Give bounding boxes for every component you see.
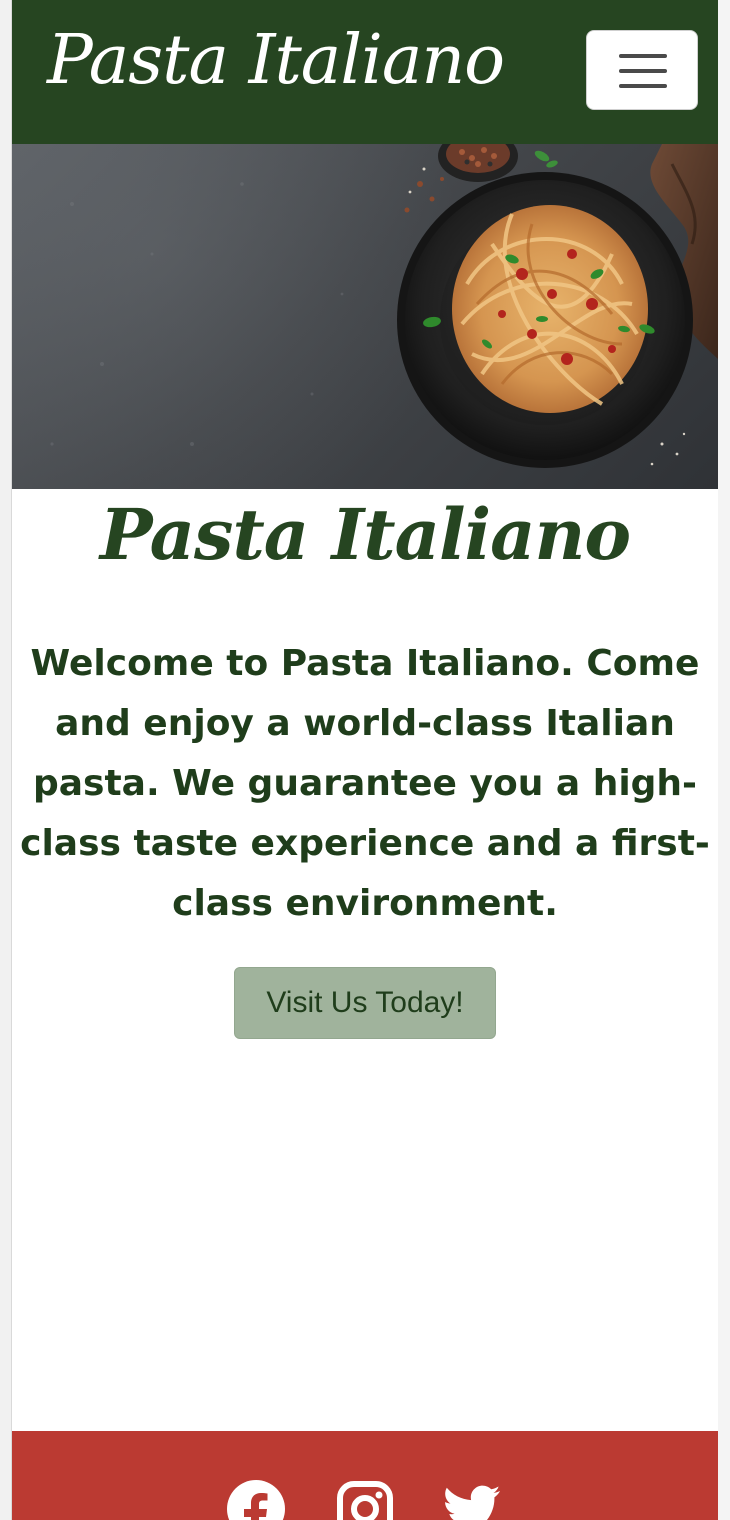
navbar: Pasta Italiano xyxy=(12,0,718,144)
visit-us-button[interactable]: Visit Us Today! xyxy=(234,967,496,1039)
page: Pasta Italiano Pasta Italiano Welcome to… xyxy=(12,0,718,1520)
pasta-plate-illustration xyxy=(50,144,718,468)
footer xyxy=(12,1431,718,1520)
right-gutter xyxy=(718,0,730,1520)
hero-image xyxy=(12,144,718,489)
facebook-icon[interactable] xyxy=(226,1479,286,1520)
left-gutter xyxy=(0,0,12,1520)
twitter-icon[interactable] xyxy=(443,1479,503,1520)
welcome-text: Welcome to Pasta Italiano. Come and enjo… xyxy=(20,643,710,924)
instagram-icon[interactable] xyxy=(335,1479,395,1520)
page-title: Pasta Italiano xyxy=(99,493,631,576)
navbar-toggler-button[interactable] xyxy=(586,30,698,110)
navbar-brand[interactable]: Pasta Italiano xyxy=(47,23,505,99)
